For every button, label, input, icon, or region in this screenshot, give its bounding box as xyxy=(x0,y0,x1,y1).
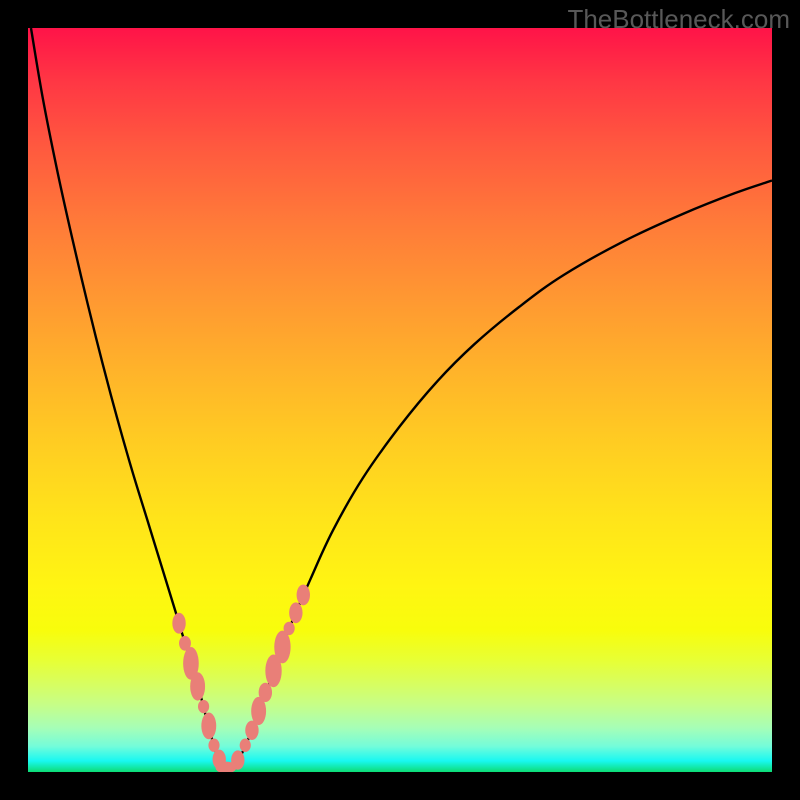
bead-marker xyxy=(284,622,295,635)
bead-marker xyxy=(172,613,185,634)
chart-container: TheBottleneck.com xyxy=(0,0,800,800)
watermark-text: TheBottleneck.com xyxy=(567,4,790,35)
bead-marker xyxy=(289,602,302,623)
bead-marker xyxy=(240,739,251,752)
curve-right-curve xyxy=(233,181,772,769)
bead-marker xyxy=(231,750,244,769)
bead-marker xyxy=(274,631,290,664)
bead-marker xyxy=(198,700,209,713)
chart-svg xyxy=(28,28,772,772)
plot-background xyxy=(28,28,772,772)
bead-marker xyxy=(190,672,205,700)
bead-marker xyxy=(297,585,310,606)
bead-marker xyxy=(201,712,216,739)
